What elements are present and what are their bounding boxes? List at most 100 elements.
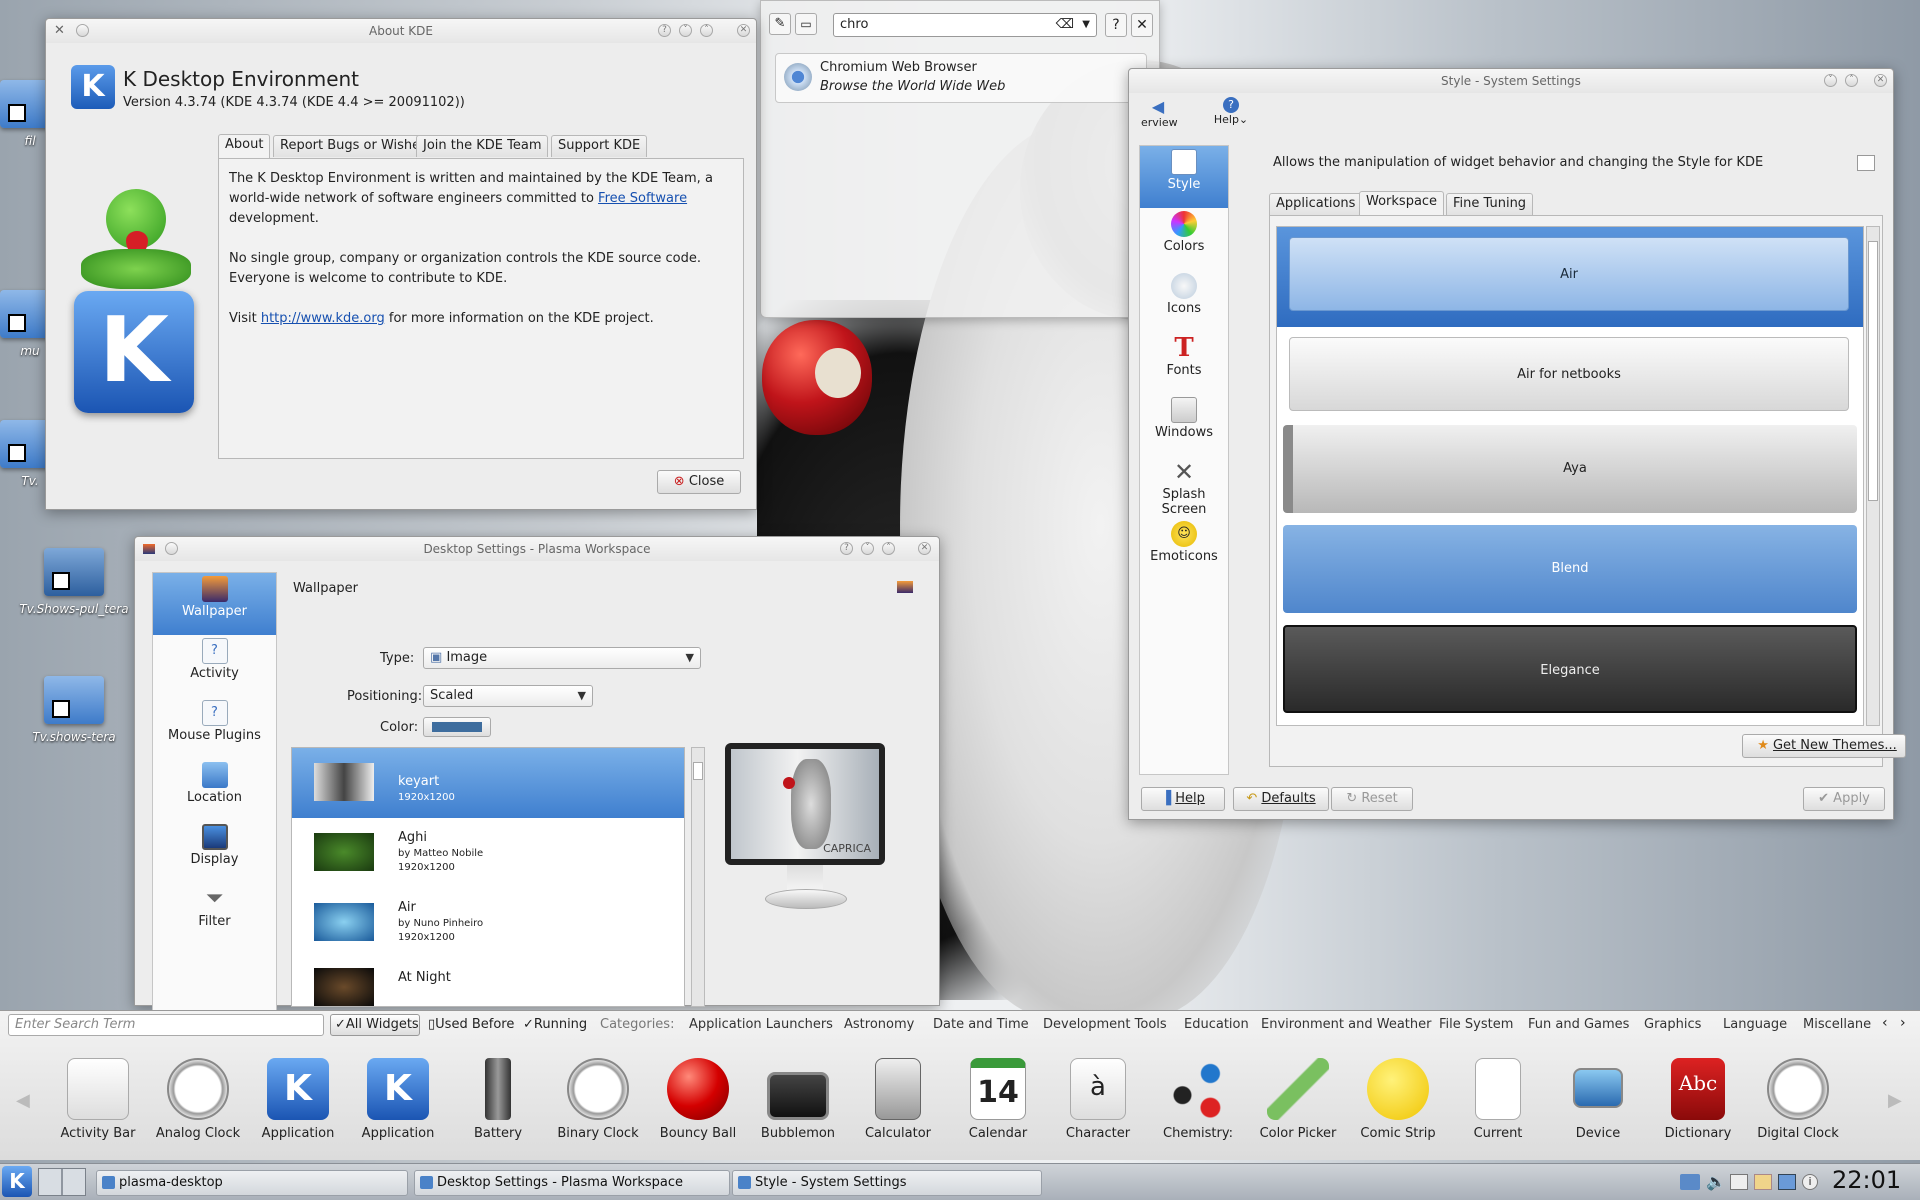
widget-device[interactable]: Device xyxy=(1552,1058,1644,1141)
category-astronomy[interactable]: Astronomy xyxy=(844,1017,914,1032)
minimize-button[interactable]: ˅ xyxy=(1824,74,1837,87)
krunner-search-input[interactable]: chro ⌫ ▼ xyxy=(833,13,1097,37)
widget-activity-bar[interactable]: Activity Bar xyxy=(52,1058,144,1141)
theme-aya[interactable]: Aya xyxy=(1283,425,1857,513)
clear-icon[interactable]: ⌫ xyxy=(1056,14,1074,36)
apply-button[interactable]: ✔ Apply xyxy=(1803,787,1885,811)
task-plasma-desktop[interactable]: plasma-desktop xyxy=(96,1170,408,1196)
chevron-left-icon[interactable]: ‹ xyxy=(1882,1015,1888,1031)
category-development-tools[interactable]: Development Tools xyxy=(1043,1017,1167,1032)
toolbar-overview[interactable]: ◀ erview xyxy=(1141,97,1178,129)
close-button[interactable]: ✕ xyxy=(1874,74,1887,87)
widget-bouncy-ball[interactable]: Bouncy Ball xyxy=(652,1058,744,1141)
activity-icon[interactable]: ▭ xyxy=(795,13,817,35)
maximize-button[interactable]: ˄ xyxy=(882,542,895,555)
category-graphics[interactable]: Graphics xyxy=(1644,1017,1701,1032)
krunner-result[interactable]: Chromium Web Browser Browse the World Wi… xyxy=(775,53,1147,103)
pin-button[interactable] xyxy=(76,24,89,37)
device-notifier-icon[interactable] xyxy=(1778,1174,1796,1190)
widget-chemistry[interactable]: Chemistry: xyxy=(1152,1058,1244,1141)
info-icon[interactable]: i xyxy=(1802,1174,1818,1190)
theme-elegance[interactable]: Elegance xyxy=(1283,625,1857,713)
pin-button[interactable] xyxy=(165,542,178,555)
desktop-settings-titlebar[interactable]: Desktop Settings - Plasma Workspace ? ˅ … xyxy=(135,537,939,561)
theme-air[interactable]: Air xyxy=(1289,237,1849,311)
widget-application-2[interactable]: K Application xyxy=(352,1058,444,1141)
widget-current[interactable]: Current xyxy=(1452,1058,1544,1141)
pager[interactable] xyxy=(38,1168,86,1196)
sidebar-item-icons[interactable]: Icons xyxy=(1140,270,1228,332)
positioning-select[interactable]: Scaled ▼ xyxy=(423,685,593,707)
sidebar-item-wallpaper[interactable]: Wallpaper xyxy=(153,573,276,635)
category-application-launchers[interactable]: Application Launchers xyxy=(689,1017,833,1032)
kde-menu-icon[interactable]: K xyxy=(2,1166,32,1197)
tab-about[interactable]: About xyxy=(218,134,271,158)
close-icon[interactable]: ✕ xyxy=(1131,13,1153,37)
about-kde-titlebar[interactable]: ✕ About KDE ? ˅ ˄ ✕ xyxy=(46,19,756,43)
widget-digital-clock[interactable]: Digital Clock xyxy=(1752,1058,1844,1141)
clipboard-icon[interactable] xyxy=(1730,1174,1748,1190)
filter-all-widgets[interactable]: ✓All Widgets xyxy=(330,1014,420,1036)
type-select[interactable]: ▣ Image ▼ xyxy=(423,647,701,669)
help-button[interactable]: ? xyxy=(1105,13,1127,37)
sidebar-item-activity[interactable]: ? Activity xyxy=(153,635,276,697)
widget-calendar[interactable]: 14 Calendar xyxy=(952,1058,1044,1141)
sidebar-item-display[interactable]: Display xyxy=(153,821,276,883)
sidebar-item-colors[interactable]: Colors xyxy=(1140,208,1228,270)
tab-workspace[interactable]: Workspace xyxy=(1359,191,1445,215)
clock[interactable]: 22:01 xyxy=(1832,1166,1901,1194)
sidebar-item-splash-screen[interactable]: ✕ Splash Screen xyxy=(1140,456,1228,518)
close-button[interactable]: ✕ xyxy=(918,542,931,555)
free-software-link[interactable]: Free Software xyxy=(598,191,687,206)
category-date-and-time[interactable]: Date and Time xyxy=(933,1017,1029,1032)
tools-icon[interactable]: ✕ xyxy=(54,19,65,43)
sidebar-item-emoticons[interactable]: ☺ Emoticons xyxy=(1140,518,1228,580)
wrench-icon[interactable]: ✎ xyxy=(769,13,791,35)
volume-icon[interactable]: 🔈 xyxy=(1706,1172,1726,1191)
theme-blend[interactable]: Blend xyxy=(1283,525,1857,613)
sidebar-item-style[interactable]: Style xyxy=(1140,146,1228,208)
widget-character[interactable]: à Character xyxy=(1052,1058,1144,1141)
get-new-themes-button[interactable]: ★ Get New Themes... xyxy=(1742,734,1906,758)
close-button-about[interactable]: ⊗ Close xyxy=(657,470,741,494)
category-fun-and-games[interactable]: Fun and Games xyxy=(1528,1017,1629,1032)
help-icon[interactable]: ? xyxy=(658,24,671,37)
widget-bubblemon[interactable]: Bubblemon xyxy=(752,1058,844,1141)
category-education[interactable]: Education xyxy=(1184,1017,1249,1032)
notes-icon[interactable] xyxy=(1754,1174,1772,1190)
filter-running[interactable]: ✓Running xyxy=(523,1017,587,1032)
theme-air-for-netbooks[interactable]: Air for netbooks xyxy=(1289,337,1849,411)
chevron-right-icon[interactable]: › xyxy=(1900,1015,1906,1031)
help-icon[interactable]: ? xyxy=(840,542,853,555)
tab-support-kde[interactable]: Support KDE xyxy=(551,135,648,157)
widget-search-input[interactable]: Enter Search Term xyxy=(8,1014,324,1036)
kde-website-link[interactable]: http://www.kde.org xyxy=(261,311,385,326)
list-item[interactable]: Aghi by Matteo Nobile 1920x1200 xyxy=(292,818,684,888)
task-system-settings[interactable]: Style - System Settings xyxy=(732,1170,1042,1196)
list-item[interactable]: At Night xyxy=(292,958,684,1006)
wallpaper-list-scrollbar[interactable] xyxy=(691,747,705,1007)
widget-calculator[interactable]: Calculator xyxy=(852,1058,944,1141)
theme-list-scrollbar[interactable] xyxy=(1866,226,1880,726)
widget-comic-strip[interactable]: Comic Strip xyxy=(1352,1058,1444,1141)
scroll-right-arrow-icon[interactable]: ▶ xyxy=(1888,1090,1902,1111)
minimize-button[interactable]: ˅ xyxy=(861,542,874,555)
widget-color-picker[interactable]: Color Picker xyxy=(1252,1058,1344,1141)
filter-used-before[interactable]: ▯Used Before xyxy=(428,1017,514,1032)
category-environment-weather[interactable]: Environment and Weather xyxy=(1261,1017,1431,1032)
defaults-button[interactable]: ↶ Defaults xyxy=(1233,787,1329,811)
tab-join-team[interactable]: Join the KDE Team xyxy=(416,135,549,157)
toolbar-help[interactable]: ? Help⌄ xyxy=(1211,97,1251,126)
system-settings-titlebar[interactable]: Style - System Settings ˅ ˄ ✕ xyxy=(1129,69,1893,93)
help-button[interactable]: ▐ Help xyxy=(1141,787,1225,811)
list-item[interactable]: keyart 1920x1200 xyxy=(292,748,684,818)
sidebar-item-location[interactable]: Location xyxy=(153,759,276,821)
task-desktop-settings[interactable]: Desktop Settings - Plasma Workspace xyxy=(414,1170,730,1196)
desktop-icon-tvshows-tera[interactable]: Tv.shows-tera xyxy=(4,676,144,744)
category-miscellaneous[interactable]: Miscellane xyxy=(1803,1017,1883,1032)
minimize-button[interactable]: ˅ xyxy=(679,24,692,37)
widget-analog-clock[interactable]: Analog Clock xyxy=(152,1058,244,1141)
sidebar-item-windows[interactable]: Windows xyxy=(1140,394,1228,456)
list-item[interactable]: Air by Nuno Pinheiro 1920x1200 xyxy=(292,888,684,958)
color-button[interactable] xyxy=(423,717,491,737)
